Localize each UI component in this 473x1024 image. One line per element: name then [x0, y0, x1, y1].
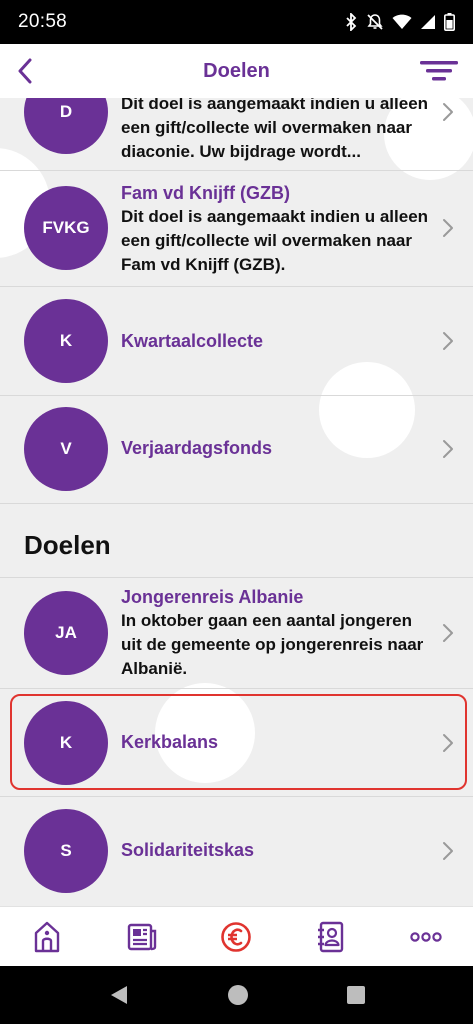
chevron-right-icon	[443, 332, 453, 350]
item-description: In oktober gaan een aantal jongeren uit …	[121, 611, 424, 678]
news-icon	[127, 923, 157, 950]
chevron-right-icon	[443, 440, 453, 458]
tab-give[interactable]	[206, 912, 266, 962]
bluetooth-icon	[346, 13, 357, 31]
back-button[interactable]	[8, 54, 42, 88]
chevron-right-icon	[443, 734, 453, 752]
page-title: Doelen	[203, 59, 270, 82]
filter-button[interactable]	[419, 56, 459, 86]
nav-back-icon[interactable]	[109, 984, 129, 1006]
section-title: Doelen	[24, 530, 111, 560]
item-description: Dit doel is aangemaakt indien u alleen e…	[121, 207, 429, 274]
avatar: D	[24, 98, 108, 154]
contacts-icon	[318, 921, 344, 952]
item-title: Solidariteitskas	[121, 840, 255, 860]
silent-icon	[367, 14, 383, 30]
item-title: Kwartaalcollecte	[121, 331, 264, 351]
app-header: Doelen	[0, 44, 473, 98]
avatar: S	[24, 809, 108, 893]
avatar: JA	[24, 591, 108, 675]
chevron-right-icon	[443, 842, 453, 860]
chevron-right-icon	[443, 219, 453, 237]
avatar: K	[24, 701, 108, 785]
euro-icon	[221, 921, 252, 952]
list-item-fam-vd-knijff[interactable]: FVKG Fam vd Knijff (GZB) Dit doel is aan…	[0, 171, 473, 285]
avatar: V	[24, 407, 108, 491]
item-title: Fam vd Knijff (GZB)	[121, 183, 290, 203]
status-bar: 20:58	[0, 0, 473, 44]
chevron-left-icon	[18, 58, 32, 84]
list-item-diaconie[interactable]: D Dit doel is aangemaakt indien u alleen…	[0, 98, 473, 170]
nav-home-icon[interactable]	[227, 984, 249, 1006]
avatar: FVKG	[24, 186, 108, 270]
tab-contacts[interactable]	[301, 912, 361, 962]
divider	[0, 503, 473, 504]
goals-list[interactable]: D Dit doel is aangemaakt indien u alleen…	[0, 98, 473, 906]
bottom-tab-bar	[0, 906, 473, 966]
item-description: Dit doel is aangemaakt indien u alleen e…	[121, 98, 429, 161]
status-icons	[344, 13, 455, 31]
signal-icon	[421, 15, 435, 29]
home-church-icon	[35, 921, 60, 952]
list-item-jongerenreis-albanie[interactable]: JA Jongerenreis Albanie In oktober gaan …	[0, 578, 473, 688]
battery-icon	[444, 13, 455, 31]
item-title: Kerkbalans	[121, 732, 219, 752]
item-title: Verjaardagsfonds	[121, 438, 273, 458]
more-icon	[409, 931, 442, 942]
chevron-right-icon	[443, 624, 453, 642]
list-item-solidariteitskas[interactable]: S Solidariteitskas	[0, 797, 473, 906]
filter-icon	[420, 61, 458, 81]
tab-more[interactable]	[396, 912, 456, 962]
list-item-kerkbalans[interactable]: K Kerkbalans	[0, 689, 473, 796]
tab-news[interactable]	[112, 912, 172, 962]
chevron-right-icon	[443, 103, 453, 121]
item-title: Jongerenreis Albanie	[121, 587, 304, 607]
avatar: K	[24, 299, 108, 383]
status-time: 20:58	[18, 11, 68, 32]
nav-recents-icon[interactable]	[346, 986, 365, 1004]
list-item-kwartaalcollecte[interactable]: K Kwartaalcollecte	[0, 287, 473, 395]
list-item-verjaardagsfonds[interactable]: V Verjaardagsfonds	[0, 396, 473, 502]
system-nav-bar	[0, 966, 473, 1024]
wifi-icon	[392, 14, 412, 29]
tab-home[interactable]	[17, 912, 77, 962]
